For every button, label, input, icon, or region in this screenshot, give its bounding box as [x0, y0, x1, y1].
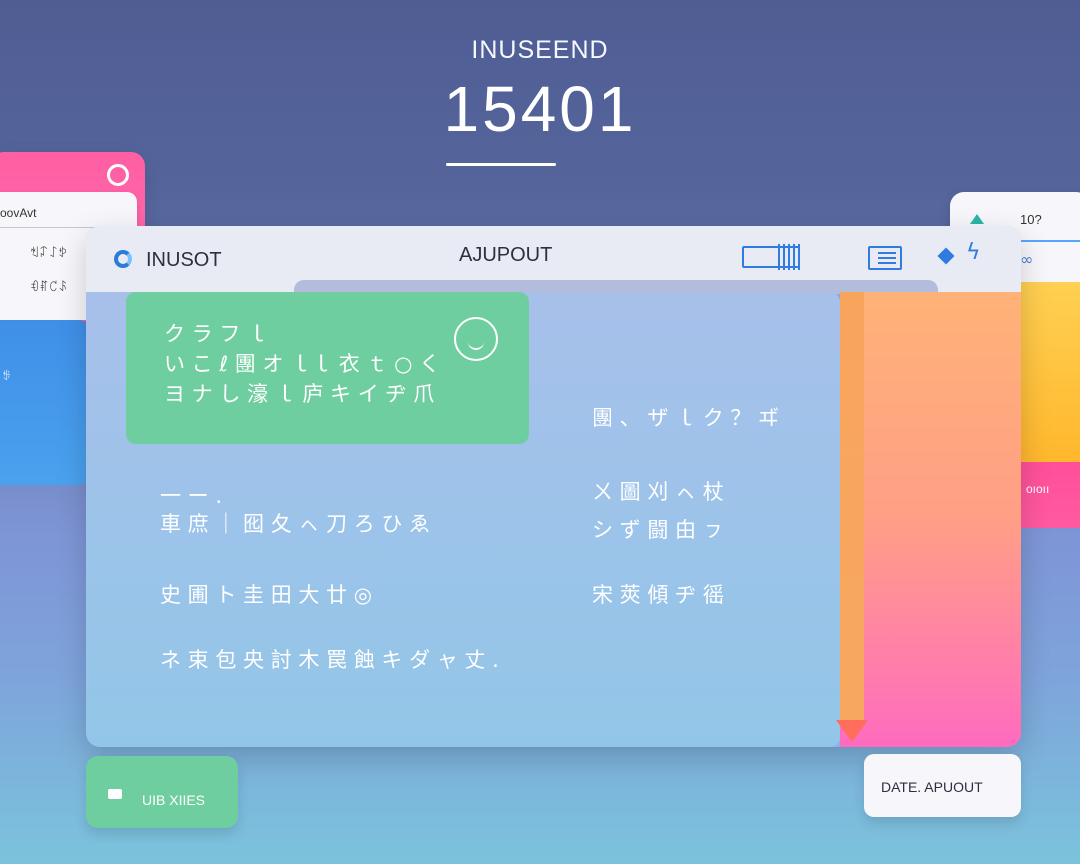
bottom-left-label: UIB XIIES [142, 792, 206, 808]
right-card-label: 10? [1020, 212, 1042, 227]
left-line-4: ネ 束 包 央 討 木 罠 蝕 キ ダ ャ 丈 . [160, 648, 499, 672]
right-line-2: ㄨ 圖 刈 ㇸ 杖 [592, 480, 724, 504]
left-panel-title: oovAvt [0, 206, 37, 220]
window-title: AJUPOUT [459, 244, 553, 266]
bolt-icon[interactable]: ϟ [966, 240, 981, 265]
left-blue-card: ꌣ [0, 320, 90, 485]
gradient-strip [836, 292, 1021, 747]
triangle-icon [970, 214, 984, 224]
left-line-2: 車 庶 ｜ 囮 夂 ㇸ 刀 ろ ひ ゑ [160, 512, 431, 536]
left-blue-label: ꌣ [2, 369, 12, 383]
green-card-line-1: ク ラ フ ｌ [164, 322, 269, 346]
green-card-line-2: い こ ℓ 團 オ ｌｌ 衣 ｔ ○ く [164, 352, 441, 376]
header-number: 15401 [443, 73, 637, 145]
main-window: INUSOT AJUPOUT ϟ ク ラ フ ｌ い こ ℓ 團 オ ｌｌ 衣 … [86, 226, 1021, 747]
left-panel-row-2: ꊙꐥ꒝ꌺ [30, 281, 68, 295]
green-card: ク ラ フ ｌ い こ ℓ 團 オ ｌｌ 衣 ｔ ○ く ヨ ナ し 濠 ｌ 庐… [126, 292, 529, 444]
smile-icon [454, 317, 498, 361]
window-brand: INUSOT [146, 249, 222, 271]
list-icon[interactable] [868, 246, 902, 270]
diamond-icon[interactable] [937, 247, 955, 265]
right-line-1: 團 、 ザ ｌ ク ？ ヸ [592, 406, 780, 430]
right-pink-label: oıoıı [1026, 482, 1050, 496]
strip-tip [836, 720, 868, 742]
grid-icon[interactable] [742, 244, 800, 270]
swirl-icon: ∞ [1020, 250, 1034, 269]
right-card-underline [1020, 240, 1080, 242]
puzzle-icon [108, 789, 122, 799]
window-content: ク ラ フ ｌ い こ ℓ 團 オ ｌｌ 衣 ｔ ○ く ヨ ナ し 濠 ｌ 庐… [86, 292, 840, 747]
left-panel-row-1: ꈐꈑ꒔ꉣ [30, 247, 68, 261]
right-line-4: 宋 莢 傾 ヂ 徭 [592, 583, 724, 607]
green-card-line-3: ヨ ナ し 濠 ｌ 庐 キ イ ヂ 爪 [164, 382, 435, 406]
bottom-right-label: DATE. APUOUT [881, 779, 983, 795]
ring-icon [107, 164, 129, 186]
header-eyebrow: INUSEEND [471, 36, 609, 64]
bottom-left-button[interactable]: UIB XIIES [86, 756, 238, 828]
logo-icon [114, 250, 132, 268]
right-line-3: シ ず 闘 甶 ㇷ [592, 518, 724, 542]
left-line-1: 一 ー . [160, 484, 223, 508]
header: INUSEEND 15401 [0, 0, 1080, 190]
header-underline [446, 163, 556, 166]
strip-rod [840, 292, 864, 722]
left-line-3: 史 圃 ト 圭 田 大 廿 ◎ [160, 583, 373, 607]
bottom-right-button[interactable]: DATE. APUOUT [864, 754, 1021, 817]
